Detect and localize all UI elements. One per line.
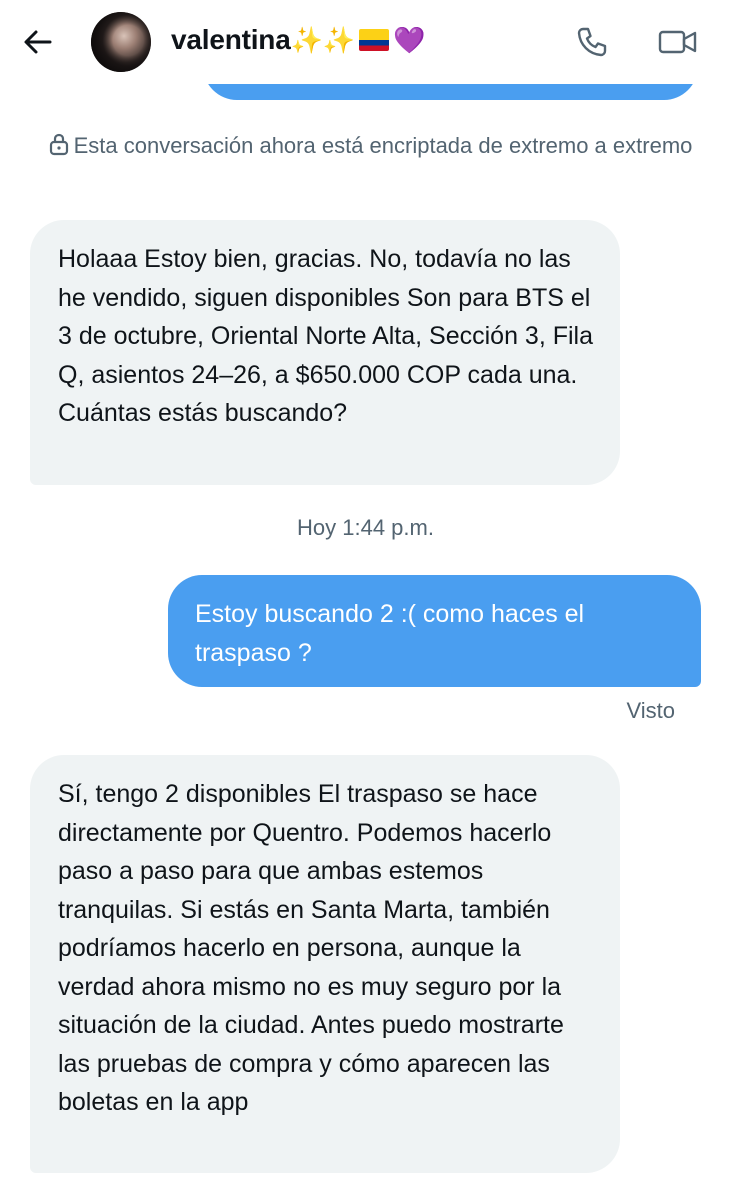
avatar-photo	[91, 12, 151, 72]
contact-name-text: valentina	[171, 24, 291, 55]
sparkles-emoji: ✨	[322, 24, 355, 55]
lock-icon	[49, 133, 68, 156]
message-text: Estoy buscando 2 :( como haces el traspa…	[195, 600, 585, 667]
phone-icon	[577, 27, 607, 57]
contact-name[interactable]: valentina ✨ ✨ 💜	[171, 24, 425, 56]
call-button[interactable]	[572, 22, 612, 62]
encryption-notice-text: Esta conversación ahora está encriptada …	[73, 133, 693, 158]
video-call-button[interactable]	[658, 22, 698, 62]
avatar[interactable]	[91, 12, 151, 72]
back-button[interactable]	[18, 22, 58, 62]
sent-message-bubble[interactable]: Estoy buscando 2 :( como haces el traspa…	[168, 575, 701, 687]
back-arrow-icon	[24, 30, 52, 54]
encryption-notice: Esta conversación ahora está encriptada …	[40, 130, 700, 161]
sparkles-emoji: ✨	[290, 24, 323, 55]
colombia-flag-emoji	[358, 29, 389, 51]
video-icon	[658, 30, 697, 54]
received-message-bubble[interactable]: Sí, tengo 2 disponibles El traspaso se h…	[30, 755, 620, 1173]
purple-heart-emoji: 💜	[392, 24, 426, 55]
message-text: Holaaa Estoy bien, gracias. No, todavía …	[58, 245, 593, 427]
message-text: Sí, tengo 2 disponibles El traspaso se h…	[58, 780, 564, 1116]
message-timestamp: Hoy 1:44 p.m.	[297, 515, 434, 540]
received-message-bubble[interactable]: Holaaa Estoy bien, gracias. No, todavía …	[30, 220, 620, 485]
seen-status: Visto	[626, 698, 675, 723]
conversation-header: valentina ✨ ✨ 💜	[0, 0, 731, 84]
